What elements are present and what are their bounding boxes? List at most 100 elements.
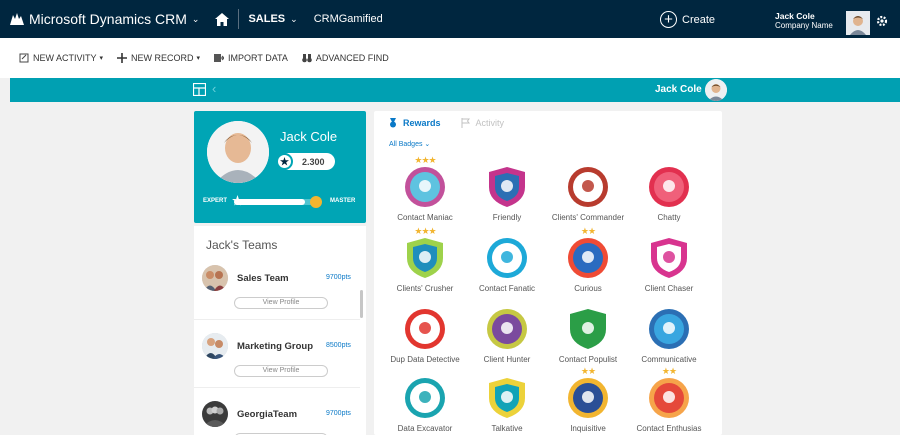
advanced-find-button[interactable]: ADVANCED FIND: [302, 53, 389, 63]
badge-stars: [548, 297, 628, 307]
user-name: Jack Cole: [775, 11, 815, 21]
badge-icon: [570, 309, 606, 349]
team-name: GeorgiaTeam: [237, 409, 298, 420]
points-badge: 2.300: [276, 153, 335, 170]
badge-stars: [385, 366, 465, 376]
new-record-button[interactable]: NEW RECORD ▾: [117, 53, 200, 63]
team-name: Marketing Group: [237, 341, 314, 352]
gear-icon[interactable]: [876, 15, 888, 27]
badge-label: Client Hunter: [483, 355, 531, 364]
badge-item[interactable]: Dup Data Detective: [385, 297, 465, 364]
badge-item[interactable]: Client Chaser: [629, 226, 709, 293]
badge-stars: [467, 155, 547, 165]
badge-item[interactable]: ★★ Contact Enthusias: [629, 366, 709, 433]
badge-stars: [629, 297, 709, 307]
points-value: 2.300: [302, 156, 325, 167]
activity-icon: [19, 53, 29, 63]
badge-item[interactable]: ★★★ Contact Maniac: [385, 155, 465, 222]
team-avatar: [202, 401, 228, 427]
badge-item[interactable]: Communicative: [629, 297, 709, 364]
badge-label: Client Chaser: [644, 284, 694, 293]
view-profile-button[interactable]: View Profile: [234, 297, 328, 309]
badge-icon: [405, 378, 445, 418]
badge-label: Inquisitive: [570, 424, 606, 433]
import-data-label: IMPORT DATA: [228, 53, 288, 63]
badge-item[interactable]: Contact Populist: [548, 297, 628, 364]
badge-item[interactable]: Friendly: [467, 155, 547, 222]
team-row[interactable]: Sales Team 9700pts View Profile: [194, 260, 360, 320]
tab-activity[interactable]: Activity: [461, 118, 505, 128]
brand-menu[interactable]: Microsoft Dynamics CRM ⌄: [0, 11, 199, 27]
team-points: 8500pts: [326, 342, 351, 349]
team-points: 9700pts: [326, 410, 351, 417]
badge-label: Clients' Commander: [551, 213, 625, 222]
tab-activity-label: Activity: [475, 118, 505, 128]
badge-item[interactable]: ★★★ Clients' Crusher: [385, 226, 465, 293]
profile-card: Jack Cole 2.300 EXPERT MASTER: [194, 111, 366, 223]
badge-stars: ★★: [580, 226, 596, 236]
badge-icon: [407, 238, 443, 278]
badge-stars: ★★: [661, 366, 677, 376]
binoculars-icon: [302, 54, 312, 63]
caret-down-icon: ▾: [99, 55, 104, 62]
badge-item[interactable]: ★★ Curious: [548, 226, 628, 293]
strip-user-avatar[interactable]: [705, 79, 727, 101]
person-photo-icon: [207, 121, 269, 183]
badge-filter-dropdown[interactable]: All Badges ⌄: [389, 140, 430, 148]
team-avatar: [202, 333, 228, 359]
badge-item[interactable]: Client Hunter: [467, 297, 547, 364]
tab-rewards[interactable]: Rewards: [388, 118, 441, 128]
badge-icon: [649, 378, 689, 418]
new-record-label: NEW RECORD: [131, 53, 194, 63]
person-photo-icon: [705, 79, 727, 101]
create-label: Create: [682, 13, 716, 26]
rewards-panel: Rewards Activity All Badges ⌄ ★★★ Contact…: [374, 111, 722, 435]
nav-divider: [238, 9, 240, 29]
command-bar: NEW ACTIVITY ▾ NEW RECORD ▾ IMPORT DATA …: [0, 38, 900, 78]
badge-stars: [548, 155, 628, 165]
badge-icon: [568, 238, 608, 278]
badge-stars: [629, 155, 709, 165]
badge-item[interactable]: Contact Fanatic: [467, 226, 547, 293]
team-row[interactable]: Marketing Group 8500pts View Profile: [194, 328, 360, 388]
create-button[interactable]: + Create: [660, 11, 715, 28]
badge-filter-label: All Badges: [389, 141, 423, 148]
teams-title: Jack's Teams: [206, 238, 278, 252]
app-name-link[interactable]: CRMGamified: [314, 13, 383, 25]
dynamics-logo-icon: [10, 13, 24, 25]
import-data-button[interactable]: IMPORT DATA: [214, 53, 288, 63]
level-current: EXPERT: [203, 198, 228, 204]
team-row[interactable]: GeorgiaTeam 9700pts View Profile: [194, 396, 360, 435]
group-photo-icon: [202, 333, 228, 359]
chevron-down-icon: ⌄: [424, 141, 431, 148]
teams-scrollbar[interactable]: [360, 290, 363, 318]
badge-item[interactable]: Data Excavator: [385, 366, 465, 433]
home-icon[interactable]: [215, 12, 230, 26]
badge-item[interactable]: Talkative: [467, 366, 547, 433]
user-info[interactable]: Jack Cole Company Name: [775, 11, 833, 31]
team-avatar: [202, 265, 228, 291]
badge-item[interactable]: Clients' Commander: [548, 155, 628, 222]
chevron-down-icon: ⌄: [290, 13, 298, 24]
company-name: Company Name: [775, 21, 833, 30]
group-photo-icon: [202, 265, 228, 291]
back-arrow-icon[interactable]: ‹: [212, 81, 216, 96]
badge-icon: [489, 167, 525, 207]
badge-label: Dup Data Detective: [390, 355, 460, 364]
team-name: Sales Team: [237, 273, 289, 284]
dashboard-icon[interactable]: [193, 83, 206, 96]
badge-item[interactable]: Chatty: [629, 155, 709, 222]
import-icon: [214, 54, 225, 62]
area-menu[interactable]: SALES ⌄: [248, 13, 297, 25]
star-icon: [276, 153, 293, 170]
badge-icon: [568, 167, 608, 207]
level-next: MASTER: [330, 198, 356, 204]
badge-icon: [405, 167, 445, 207]
badge-icon: [487, 238, 527, 278]
view-profile-button[interactable]: View Profile: [234, 365, 328, 377]
user-avatar[interactable]: [846, 11, 870, 35]
badge-icon: [487, 309, 527, 349]
new-activity-button[interactable]: NEW ACTIVITY ▾: [19, 53, 103, 63]
plus-icon: [117, 53, 128, 63]
badge-item[interactable]: ★★ Inquisitive: [548, 366, 628, 433]
